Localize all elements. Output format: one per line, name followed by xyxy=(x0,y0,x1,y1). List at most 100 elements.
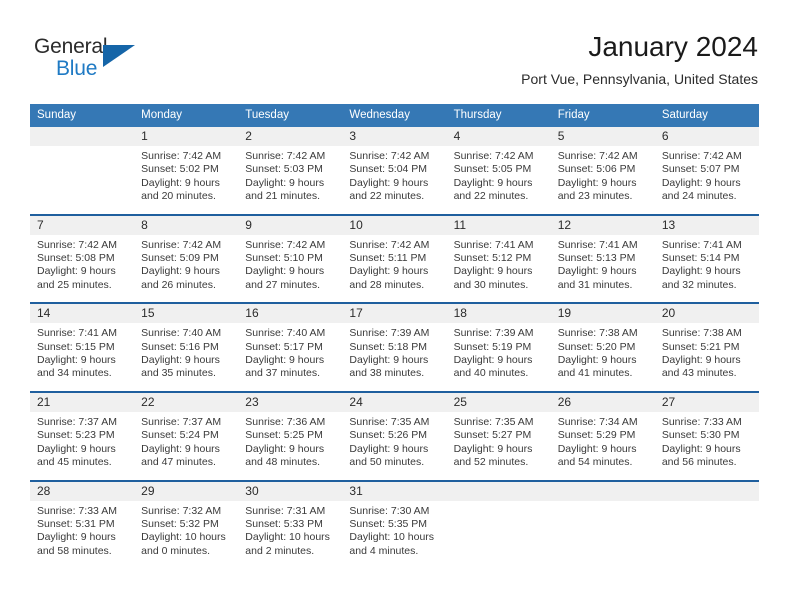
day-cell[interactable]: Sunrise: 7:30 AM Sunset: 5:35 PM Dayligh… xyxy=(342,500,447,569)
day-number: 27 xyxy=(654,390,759,412)
daylight-text-line2: and 25 minutes. xyxy=(37,278,112,291)
day-cell[interactable]: Sunrise: 7:35 AM Sunset: 5:27 PM Dayligh… xyxy=(446,411,551,481)
daylight-text-line1: Daylight: 10 hours xyxy=(349,531,435,544)
day-cell[interactable]: Sunrise: 7:33 AM Sunset: 5:30 PM Dayligh… xyxy=(654,411,759,481)
sunrise-text: Sunrise: 7:40 AM xyxy=(141,327,222,340)
day-cell[interactable]: Sunrise: 7:42 AM Sunset: 5:09 PM Dayligh… xyxy=(134,234,239,304)
day-cell[interactable]: Sunrise: 7:42 AM Sunset: 5:11 PM Dayligh… xyxy=(342,234,447,304)
daylight-text-line2: and 43 minutes. xyxy=(661,367,737,380)
day-cell[interactable]: Sunrise: 7:42 AM Sunset: 5:10 PM Dayligh… xyxy=(238,234,343,304)
daylight-text-line2: and 35 minutes. xyxy=(141,367,216,380)
sunset-text: Sunset: 5:06 PM xyxy=(557,163,636,176)
daylight-text-line1: Daylight: 9 hours xyxy=(661,176,741,189)
day-cell[interactable]: Sunrise: 7:32 AM Sunset: 5:32 PM Dayligh… xyxy=(134,500,239,569)
day-number: 29 xyxy=(134,479,239,501)
daylight-text-line1: Daylight: 9 hours xyxy=(661,265,741,278)
daylight-text-line2: and 45 minutes. xyxy=(37,456,112,469)
day-cell[interactable] xyxy=(446,500,551,569)
sunset-text: Sunset: 5:04 PM xyxy=(349,163,428,176)
day-cell[interactable] xyxy=(30,146,135,215)
daylight-text-line1: Daylight: 9 hours xyxy=(661,354,741,367)
day-number: 25 xyxy=(446,390,551,412)
sunrise-text: Sunrise: 7:33 AM xyxy=(37,504,117,517)
sunset-text: Sunset: 5:32 PM xyxy=(141,517,219,530)
day-cell[interactable]: Sunrise: 7:41 AM Sunset: 5:14 PM Dayligh… xyxy=(654,234,759,304)
daylight-text-line2: and 54 minutes. xyxy=(557,456,633,469)
daylight-text-line1: Daylight: 9 hours xyxy=(141,265,220,278)
sunrise-text: Sunrise: 7:36 AM xyxy=(245,415,326,428)
sunset-text: Sunset: 5:13 PM xyxy=(557,252,636,265)
day-number: 30 xyxy=(238,479,343,501)
day-cell[interactable] xyxy=(550,500,655,569)
daylight-text-line1: Daylight: 9 hours xyxy=(349,176,429,189)
daylight-text-line2: and 2 minutes. xyxy=(245,544,315,557)
sunrise-text: Sunrise: 7:41 AM xyxy=(453,238,534,251)
weekday-header-friday: Friday xyxy=(550,104,655,127)
week-detail-row: Sunrise: 7:42 AM Sunset: 5:02 PM Dayligh… xyxy=(30,146,759,215)
daylight-text-line1: Daylight: 10 hours xyxy=(245,531,330,544)
day-cell[interactable]: Sunrise: 7:38 AM Sunset: 5:21 PM Dayligh… xyxy=(654,323,759,392)
daylight-text-line2: and 24 minutes. xyxy=(661,190,737,203)
day-cell[interactable]: Sunrise: 7:39 AM Sunset: 5:18 PM Dayligh… xyxy=(342,323,447,392)
day-cell[interactable]: Sunrise: 7:38 AM Sunset: 5:20 PM Dayligh… xyxy=(550,323,655,392)
sunrise-text: Sunrise: 7:42 AM xyxy=(453,150,534,162)
week-number-row: 7 8 9 10 11 12 13 xyxy=(30,213,759,235)
day-cell[interactable]: Sunrise: 7:41 AM Sunset: 5:12 PM Dayligh… xyxy=(446,234,551,304)
brand-logo[interactable]: General Blue xyxy=(34,35,164,87)
day-cell[interactable]: Sunrise: 7:41 AM Sunset: 5:13 PM Dayligh… xyxy=(550,234,655,304)
day-cell[interactable]: Sunrise: 7:42 AM Sunset: 5:04 PM Dayligh… xyxy=(342,146,447,215)
day-cell[interactable]: Sunrise: 7:33 AM Sunset: 5:31 PM Dayligh… xyxy=(30,500,135,569)
weekday-header-thursday: Thursday xyxy=(446,104,551,127)
day-number xyxy=(30,127,135,146)
day-cell[interactable]: Sunrise: 7:42 AM Sunset: 5:05 PM Dayligh… xyxy=(446,146,551,215)
daylight-text-line2: and 22 minutes. xyxy=(453,190,529,203)
sunset-text: Sunset: 5:11 PM xyxy=(349,252,427,265)
day-number: 18 xyxy=(446,302,551,324)
sunset-text: Sunset: 5:10 PM xyxy=(245,252,323,265)
day-number: 28 xyxy=(30,479,135,501)
sunrise-text: Sunrise: 7:37 AM xyxy=(37,415,117,428)
sunset-text: Sunset: 5:27 PM xyxy=(453,429,532,442)
sunset-text: Sunset: 5:15 PM xyxy=(37,340,115,353)
daylight-text-line1: Daylight: 9 hours xyxy=(453,354,533,367)
day-number: 5 xyxy=(550,127,655,146)
sunset-text: Sunset: 5:26 PM xyxy=(349,429,428,442)
sunset-text: Sunset: 5:31 PM xyxy=(37,517,115,530)
daylight-text-line2: and 22 minutes. xyxy=(349,190,425,203)
day-cell[interactable]: Sunrise: 7:37 AM Sunset: 5:23 PM Dayligh… xyxy=(30,411,135,481)
sunrise-text: Sunrise: 7:42 AM xyxy=(245,150,326,162)
day-cell[interactable]: Sunrise: 7:42 AM Sunset: 5:07 PM Dayligh… xyxy=(654,146,759,215)
daylight-text-line1: Daylight: 9 hours xyxy=(349,442,429,455)
day-cell[interactable]: Sunrise: 7:35 AM Sunset: 5:26 PM Dayligh… xyxy=(342,411,447,481)
day-cell[interactable]: Sunrise: 7:42 AM Sunset: 5:08 PM Dayligh… xyxy=(30,234,135,304)
daylight-text-line2: and 48 minutes. xyxy=(245,456,320,469)
day-cell[interactable]: Sunrise: 7:42 AM Sunset: 5:02 PM Dayligh… xyxy=(134,146,239,215)
sunset-text: Sunset: 5:29 PM xyxy=(557,429,636,442)
day-cell[interactable]: Sunrise: 7:34 AM Sunset: 5:29 PM Dayligh… xyxy=(550,411,655,481)
location-subtitle: Port Vue, Pennsylvania, United States xyxy=(521,71,758,87)
week-number-row: 1 2 3 4 5 6 xyxy=(30,127,759,146)
day-cell[interactable]: Sunrise: 7:42 AM Sunset: 5:03 PM Dayligh… xyxy=(238,146,343,215)
day-cell[interactable]: Sunrise: 7:41 AM Sunset: 5:15 PM Dayligh… xyxy=(30,323,135,392)
day-cell[interactable]: Sunrise: 7:40 AM Sunset: 5:17 PM Dayligh… xyxy=(238,323,343,392)
week-detail-row: Sunrise: 7:41 AM Sunset: 5:15 PM Dayligh… xyxy=(30,323,759,392)
sunrise-text: Sunrise: 7:30 AM xyxy=(349,504,430,517)
sunrise-text: Sunrise: 7:32 AM xyxy=(141,504,222,517)
day-cell[interactable]: Sunrise: 7:39 AM Sunset: 5:19 PM Dayligh… xyxy=(446,323,551,392)
day-cell[interactable]: Sunrise: 7:31 AM Sunset: 5:33 PM Dayligh… xyxy=(238,500,343,569)
day-number xyxy=(654,479,759,501)
day-cell[interactable]: Sunrise: 7:37 AM Sunset: 5:24 PM Dayligh… xyxy=(134,411,239,481)
day-cell[interactable]: Sunrise: 7:40 AM Sunset: 5:16 PM Dayligh… xyxy=(134,323,239,392)
sunset-text: Sunset: 5:14 PM xyxy=(661,252,740,265)
day-cell[interactable] xyxy=(654,500,759,569)
weekday-header-wednesday: Wednesday xyxy=(342,104,447,127)
daylight-text-line2: and 41 minutes. xyxy=(557,367,633,380)
daylight-text-line1: Daylight: 9 hours xyxy=(661,442,741,455)
day-cell[interactable]: Sunrise: 7:36 AM Sunset: 5:25 PM Dayligh… xyxy=(238,411,343,481)
calendar-header-row: Sunday Monday Tuesday Wednesday Thursday… xyxy=(30,104,759,127)
day-cell[interactable]: Sunrise: 7:42 AM Sunset: 5:06 PM Dayligh… xyxy=(550,146,655,215)
weekday-header-tuesday: Tuesday xyxy=(238,104,343,127)
sunset-text: Sunset: 5:33 PM xyxy=(245,517,323,530)
sunrise-text: Sunrise: 7:31 AM xyxy=(245,504,326,517)
daylight-text-line2: and 30 minutes. xyxy=(453,278,529,291)
